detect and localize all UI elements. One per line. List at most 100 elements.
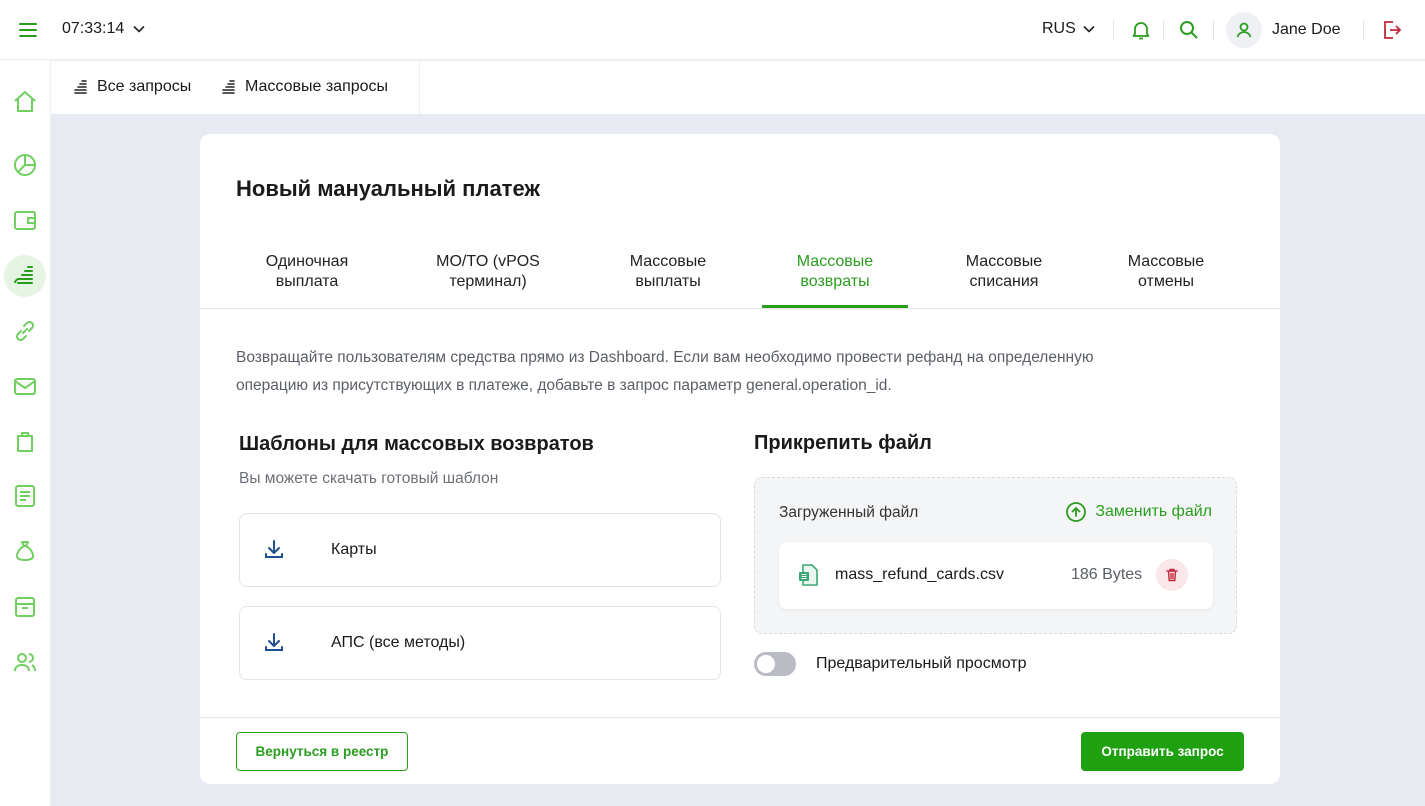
sidebar-item-analytics[interactable] [4,144,46,186]
tab-label: выплаты [635,273,701,290]
sidebar-item-payments[interactable] [4,255,46,297]
tab-moto[interactable]: MO/TO (vPOS терминал) [414,252,562,292]
tab-mass-refunds[interactable]: Массовые возвраты [762,252,908,292]
file-size: 186 Bytes [1071,566,1143,583]
pie-chart-icon [14,154,36,176]
sidebar-item-archive[interactable] [4,586,46,628]
toggle-knob [757,655,775,673]
csv-file-icon [799,564,818,586]
coins-stack-icon [222,80,235,94]
subnav-background [420,61,1425,114]
link-icon [15,320,35,342]
tab-label: Массовые [629,253,707,270]
manual-payment-card: Новый мануальный платеж Одиночная выплат… [200,134,1280,784]
chevron-down-icon [1083,25,1095,33]
shopping-bag-icon [17,432,33,452]
file-name: mass_refund_cards.csv [835,566,1004,583]
sidebar [0,60,51,806]
sidebar-item-wallet[interactable] [4,199,46,241]
coins-stack-icon [74,80,87,94]
preview-toggle[interactable] [754,652,796,676]
payment-type-tabs: Одиночная выплата MO/TO (vPOS терминал) … [200,242,1280,309]
logout-icon[interactable] [1380,18,1404,42]
sidebar-item-reports[interactable] [4,475,46,517]
tab-mass-payouts[interactable]: Массовые выплаты [598,252,738,292]
user-name: Jane Doe [1272,21,1341,38]
divider [200,717,1280,718]
tab-label: терминал) [449,273,527,290]
download-icon [265,540,283,558]
sidebar-item-users[interactable] [4,641,46,683]
subtab-label: Все запросы [97,78,192,95]
archive-icon [15,597,35,617]
download-icon [265,633,283,651]
mail-icon [14,378,36,395]
search-icon[interactable] [1177,18,1201,42]
tab-label: возвраты [800,273,870,290]
tab-mass-charges[interactable]: Массовые списания [934,252,1074,292]
page-title: Новый мануальный платеж [236,176,540,201]
tab-label: Массовые [796,253,874,270]
sidebar-item-links[interactable] [4,310,46,352]
sidebar-item-money[interactable] [4,530,46,572]
users-icon [14,653,36,672]
home-icon [14,91,36,112]
template-label: Карты [331,541,377,558]
trash-icon [1166,568,1178,582]
user-icon [1236,22,1252,38]
description: Возвращайте пользователям средства прямо… [236,344,1216,400]
chevron-down-icon [133,25,145,33]
avatar [1226,12,1262,48]
language-label: RUS [1042,20,1076,37]
sidebar-item-shop[interactable] [4,420,46,462]
uploaded-file-item: mass_refund_cards.csv 186 Bytes [779,542,1213,609]
sidebar-item-mail[interactable] [4,365,46,407]
upload-circle-icon [1066,502,1087,522]
request-subnav: Все запросы Массовые запросы [51,61,420,114]
hamburger-menu-icon[interactable] [16,18,40,42]
top-bar: 07:33:14 RUS Jane Doe [0,0,1425,60]
money-bag-icon [16,541,34,561]
tab-label: отмены [1137,273,1195,290]
back-to-registry-button[interactable]: Вернуться в реестр [236,732,408,771]
document-icon [15,485,35,507]
subtab-mass-requests[interactable]: Массовые запросы [219,78,388,96]
replace-file-button[interactable]: Заменить файл [1065,501,1212,523]
tab-mass-cancellations[interactable]: Массовые отмены [1096,252,1236,292]
tab-label: списания [969,273,1039,290]
divider [1213,20,1214,40]
upload-area[interactable]: Загруженный файл Заменить файл mass_refu… [754,477,1237,634]
tab-label: Одиночная [265,253,349,270]
attach-title: Прикрепить файл [754,432,932,454]
subtab-all-requests[interactable]: Все запросы [71,78,191,96]
clock-time: 07:33:14 [62,20,125,37]
templates-subtitle: Вы можете скачать готовый шаблон [239,470,499,487]
download-template-cards[interactable]: Карты [239,513,721,587]
tab-label: Массовые [965,253,1043,270]
coins-stack-icon [14,266,33,284]
download-template-aps[interactable]: АПС (все методы) [239,606,721,680]
tab-single-payout[interactable]: Одиночная выплата [236,252,378,292]
delete-file-button[interactable] [1156,559,1188,591]
description-line: Возвращайте пользователям средства прямо… [236,349,1094,366]
bell-icon[interactable] [1129,18,1153,42]
description-line: операцию из присутствующих в платеже, до… [236,377,892,394]
wallet-icon [14,211,36,230]
send-request-button[interactable]: Отправить запрос [1081,732,1244,771]
subtab-label: Массовые запросы [245,78,389,95]
divider [1113,20,1114,40]
replace-file-label: Заменить файл [1095,503,1212,520]
tab-label: выплата [275,273,339,290]
preview-label: Предварительный просмотр [816,655,1027,672]
active-tab-indicator [762,305,908,308]
user-menu[interactable]: Jane Doe [1226,12,1341,48]
language-selector[interactable]: RUS [1042,20,1096,38]
divider [1163,20,1164,40]
sidebar-item-home[interactable] [4,81,46,123]
divider [1363,20,1364,40]
template-label: АПС (все методы) [331,634,466,651]
uploaded-file-label: Загруженный файл [779,504,919,521]
clock-dropdown[interactable]: 07:33:14 [62,20,146,38]
tab-label: Массовые [1127,253,1205,270]
templates-title: Шаблоны для массовых возвратов [239,433,594,455]
